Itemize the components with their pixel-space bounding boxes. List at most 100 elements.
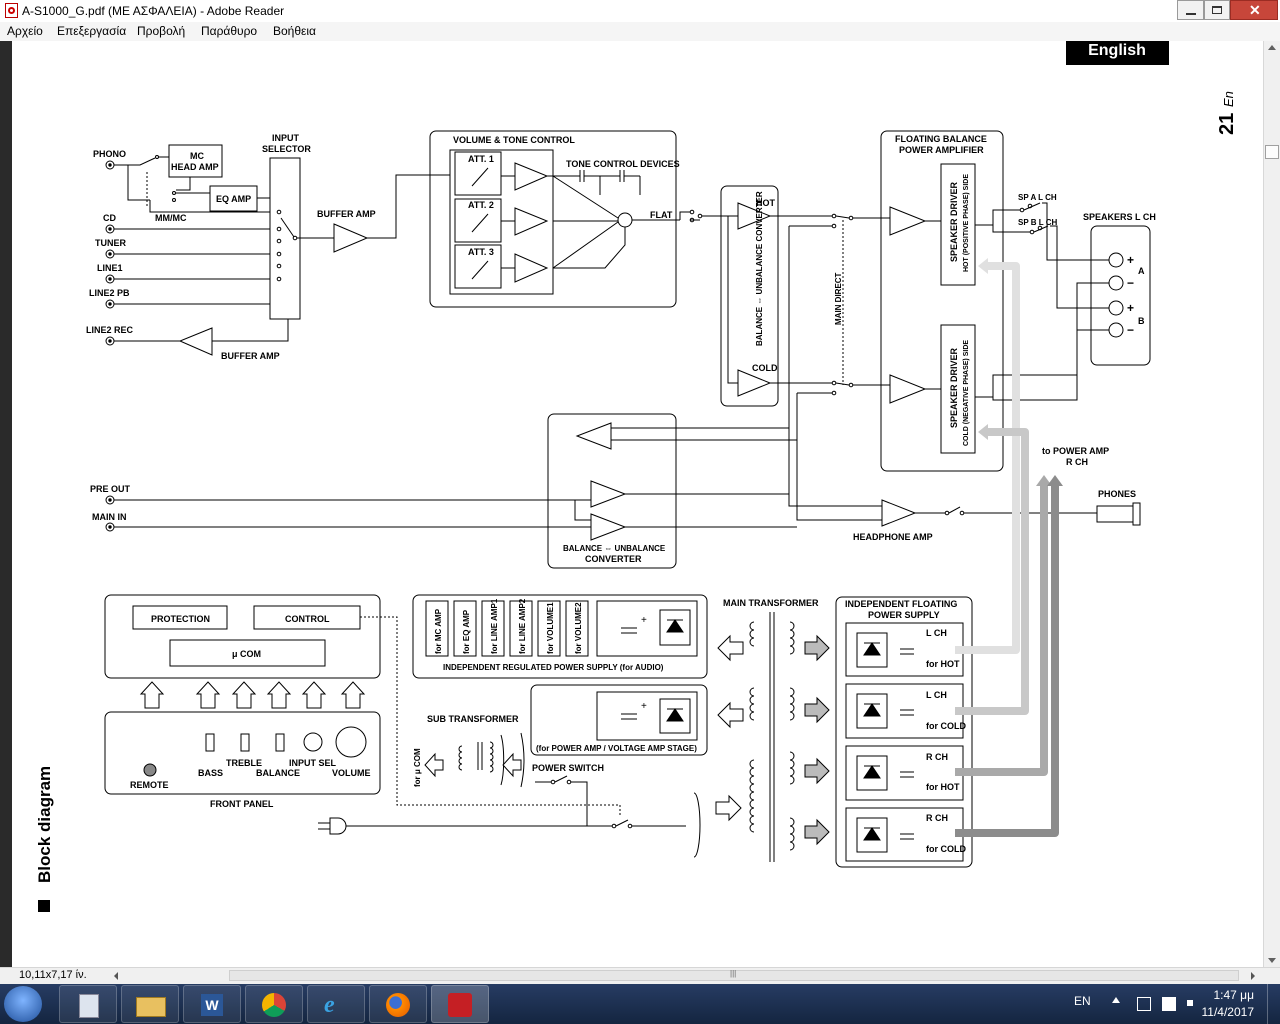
minimize-button[interactable] bbox=[1177, 0, 1204, 20]
terminal-b-plus: + bbox=[1127, 301, 1134, 315]
label-r-ch: R CH bbox=[1066, 457, 1088, 467]
network-icon[interactable] bbox=[1137, 997, 1151, 1011]
label-mc: MC bbox=[190, 151, 204, 161]
close-icon: ✕ bbox=[1249, 2, 1261, 18]
label-volume: VOLUME bbox=[332, 768, 371, 778]
reg-plus: + bbox=[641, 615, 647, 626]
label-to-power-amp: to POWER AMP bbox=[1042, 446, 1109, 456]
label-group-a: A bbox=[1138, 266, 1145, 276]
label-protection: PROTECTION bbox=[151, 614, 210, 624]
label-phono: PHONO bbox=[93, 149, 126, 159]
internet-explorer-icon: e bbox=[324, 992, 335, 1018]
for-ucom-vertical: for μ COM bbox=[413, 748, 422, 787]
taskbar-adobe-reader[interactable] bbox=[431, 985, 489, 1023]
reg-item-line1: for LINE AMP1 bbox=[490, 598, 499, 654]
start-button[interactable] bbox=[4, 986, 42, 1022]
calculator-icon bbox=[79, 994, 99, 1018]
system-tray: EN 1:47 μμ 11/4/2017 bbox=[1060, 984, 1280, 1024]
hot-driver-sub-vertical: HOT (POSITIVE PHASE) SIDE bbox=[963, 174, 970, 272]
label-floating-balance: FLOATING BALANCE bbox=[895, 134, 987, 144]
vertical-scrollbar[interactable] bbox=[1263, 41, 1280, 967]
label-hot-driver: SPEAKER DRIVER bbox=[949, 181, 959, 262]
label-cold-side: COLD (NEGATIVE PHASE) SIDE bbox=[963, 340, 970, 446]
fs-ch-1: L CH bbox=[926, 690, 947, 700]
label-bal-unbal: BALANCE ⇔ UNBALANCE bbox=[563, 544, 666, 553]
clock-time[interactable]: 1:47 μμ bbox=[1213, 988, 1254, 1002]
page-suffix: En bbox=[1221, 91, 1236, 107]
fs-side-3: for COLD bbox=[926, 844, 966, 854]
taskbar-calculator[interactable] bbox=[59, 985, 117, 1023]
label-pre-out: PRE OUT bbox=[90, 484, 131, 494]
label-flat: FLAT bbox=[650, 210, 673, 220]
scroll-left-icon[interactable] bbox=[114, 972, 118, 980]
scroll-thumb[interactable] bbox=[1265, 145, 1279, 159]
label-hot-side: HOT (POSITIVE PHASE) SIDE bbox=[963, 174, 970, 272]
label-cold-driver: SPEAKER DRIVER bbox=[949, 347, 959, 428]
label-bal-conv: BALANCE ⇔ UNBALANCE CONVERTER bbox=[755, 191, 764, 346]
minimize-icon bbox=[1186, 13, 1196, 15]
clock-date[interactable]: 11/4/2017 bbox=[1202, 1005, 1255, 1019]
show-desktop-button[interactable] bbox=[1267, 984, 1280, 1024]
label-cold: COLD bbox=[752, 363, 778, 373]
label-main-transformer: MAIN TRANSFORMER bbox=[723, 598, 819, 608]
label-speakers: SPEAKERS L CH bbox=[1083, 212, 1156, 222]
scroll-right-icon[interactable] bbox=[1251, 972, 1255, 980]
language-indicator[interactable]: EN bbox=[1074, 994, 1091, 1008]
fs-side-0: for HOT bbox=[926, 659, 960, 669]
label-main-in: MAIN IN bbox=[92, 512, 127, 522]
scroll-up-icon[interactable] bbox=[1268, 45, 1276, 50]
adobe-reader-app-icon bbox=[5, 3, 18, 18]
reg-item-mc: for MC AMP bbox=[434, 608, 443, 654]
taskbar-firefox[interactable] bbox=[369, 985, 427, 1023]
label-reg-supply: INDEPENDENT REGULATED POWER SUPPLY (for … bbox=[443, 663, 664, 672]
word-icon: W bbox=[201, 994, 223, 1016]
label-volume-tone: VOLUME & TONE CONTROL bbox=[453, 135, 575, 145]
menu-edit[interactable]: Επεξεργασία bbox=[57, 24, 126, 38]
left-panel-strip bbox=[0, 41, 12, 967]
label-ucom: μ COM bbox=[232, 649, 261, 659]
scroll-down-icon[interactable] bbox=[1268, 958, 1276, 963]
action-center-icon[interactable] bbox=[1162, 997, 1176, 1011]
maximize-button[interactable] bbox=[1204, 0, 1230, 20]
label-sp-a: SP A L CH bbox=[1018, 193, 1057, 202]
show-hidden-icons-icon[interactable] bbox=[1112, 997, 1120, 1003]
menu-view[interactable]: Προβολή bbox=[137, 24, 185, 38]
label-tone-devices: TONE CONTROL DEVICES bbox=[566, 159, 680, 169]
section-title: Block diagram bbox=[35, 766, 54, 883]
scroll-grip-icon[interactable]: ||| bbox=[730, 969, 736, 978]
label-input-sel: INPUT SEL bbox=[289, 758, 337, 768]
label-balance: BALANCE bbox=[256, 768, 300, 778]
label-line2-pb: LINE2 PB bbox=[89, 288, 130, 298]
menu-file[interactable]: Αρχείο bbox=[7, 24, 43, 38]
maximize-icon bbox=[1212, 6, 1222, 14]
main-direct-vertical: MAIN DIRECT bbox=[834, 272, 843, 325]
menu-help[interactable]: Βοήθεια bbox=[273, 24, 316, 38]
label-tuner: TUNER bbox=[95, 238, 126, 248]
taskbar-ie[interactable]: e bbox=[307, 985, 365, 1023]
menu-window[interactable]: Παράθυρο bbox=[201, 24, 257, 38]
taskbar-chrome[interactable] bbox=[245, 985, 303, 1023]
label-for-ucom: for μ COM bbox=[413, 748, 422, 787]
label-att1: ATT. 1 bbox=[468, 154, 494, 164]
label-power-amplifier: POWER AMPLIFIER bbox=[899, 145, 984, 155]
label-mm-mc: MM/MC bbox=[155, 213, 187, 223]
window-title: A-S1000_G.pdf (ΜΕ ΑΣΦΑΛΕΙΑ) - Adobe Read… bbox=[22, 4, 285, 18]
label-input: INPUT bbox=[272, 133, 300, 143]
fs-side-2: for HOT bbox=[926, 782, 960, 792]
label-power-amp-stage: (for POWER AMP / VOLTAGE AMP STAGE) bbox=[536, 744, 697, 753]
firefox-icon bbox=[386, 993, 410, 1017]
fs-ch-0: L CH bbox=[926, 628, 947, 638]
label-eq-amp: EQ AMP bbox=[216, 194, 251, 204]
close-button[interactable]: ✕ bbox=[1230, 0, 1278, 20]
reg-supply-items: for MC AMP for EQ AMP for LINE AMP1 for … bbox=[434, 598, 583, 654]
block-diagram-page: English 21 En Block diagram PHONO CD TUN… bbox=[35, 41, 1238, 912]
taskbar-explorer[interactable] bbox=[121, 985, 179, 1023]
label-treble: TREBLE bbox=[226, 758, 262, 768]
document-view[interactable]: English 21 En Block diagram PHONO CD TUN… bbox=[12, 41, 1263, 967]
volume-icon[interactable] bbox=[1187, 1000, 1193, 1006]
label-control: CONTROL bbox=[285, 614, 330, 624]
status-bar: 10,11x7,17 ίν. ||| bbox=[0, 967, 1280, 984]
label-buffer-amp-2: BUFFER AMP bbox=[221, 351, 280, 361]
taskbar-word[interactable]: W bbox=[183, 985, 241, 1023]
page-size-label: 10,11x7,17 ίν. bbox=[19, 969, 87, 981]
